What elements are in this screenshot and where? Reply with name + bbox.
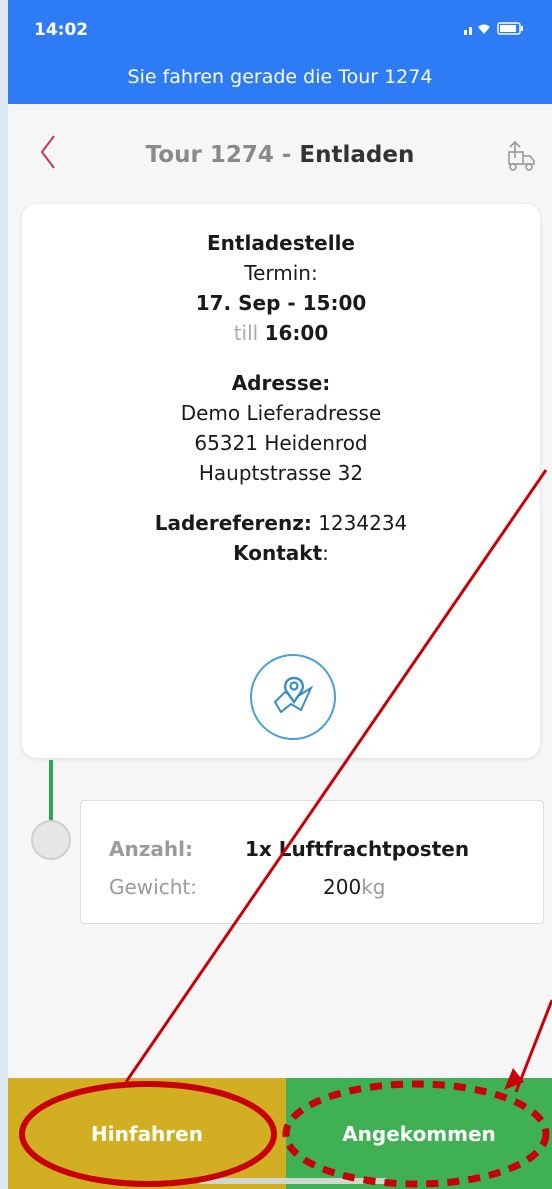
contact-row: Kontakt: (22, 538, 540, 568)
weight-unit: kg (361, 875, 386, 899)
share-button[interactable] (502, 138, 538, 174)
till-row: till 16:00 (22, 318, 540, 348)
address-line-1: Demo Lieferadresse (180, 401, 382, 425)
title-action: Entladen (299, 142, 415, 168)
hinfahren-button[interactable]: Hinfahren (8, 1078, 286, 1189)
page-header: Tour 1274 - Entladen (8, 104, 552, 190)
angekommen-button[interactable]: Angekommen (286, 1078, 552, 1189)
count-value: 1x Luftfrachtposten (245, 837, 470, 861)
status-icons (464, 20, 530, 40)
freight-item-card: Anzahl: 1x Luftfrachtposten Gewicht: 200… (80, 800, 544, 924)
map-button[interactable] (250, 654, 336, 740)
contact-label: Kontakt (233, 541, 323, 565)
signal-wifi-battery-icon (464, 22, 523, 35)
till-time: 16:00 (264, 321, 329, 345)
home-indicator (198, 1178, 388, 1184)
truck-upload-icon (508, 140, 535, 171)
address-label: Adresse: (231, 371, 331, 395)
address-line-3: Hauptstrasse 32 (198, 461, 364, 485)
count-label: Anzahl: (109, 837, 193, 861)
weight-value: 200kg (323, 875, 385, 899)
title-tour: Tour 1274 - (145, 142, 300, 168)
reference-row: Ladereferenz: 1234234 (22, 508, 540, 538)
unloading-stop-card: Entladestelle Termin: 17. Sep - 15:00 ti… (22, 204, 540, 758)
phone-screen: 14:02 Sie fahren gerade die Tour 1274 To… (8, 0, 552, 1189)
weight-label: Gewicht: (109, 875, 197, 899)
reference-label: Ladereferenz: (154, 511, 312, 535)
timeline-dot (31, 820, 71, 860)
weight-number: 200 (323, 875, 362, 899)
appointment-datetime: 17. Sep - 15:00 (195, 291, 367, 315)
active-tour-banner[interactable]: Sie fahren gerade die Tour 1274 (8, 66, 552, 88)
top-bar: 14:02 Sie fahren gerade die Tour 1274 (8, 0, 552, 104)
stop-heading: Entladestelle (207, 231, 355, 255)
reference-value: 1234234 (318, 511, 408, 535)
till-label: till (233, 321, 259, 345)
map-pin-icon (273, 676, 314, 714)
address-line-2: 65321 Heidenrod (194, 431, 368, 455)
status-time: 14:02 (34, 20, 89, 40)
termin-label: Termin: (244, 261, 318, 285)
contact-colon: : (322, 541, 329, 565)
page-title: Tour 1274 - Entladen (8, 142, 552, 168)
